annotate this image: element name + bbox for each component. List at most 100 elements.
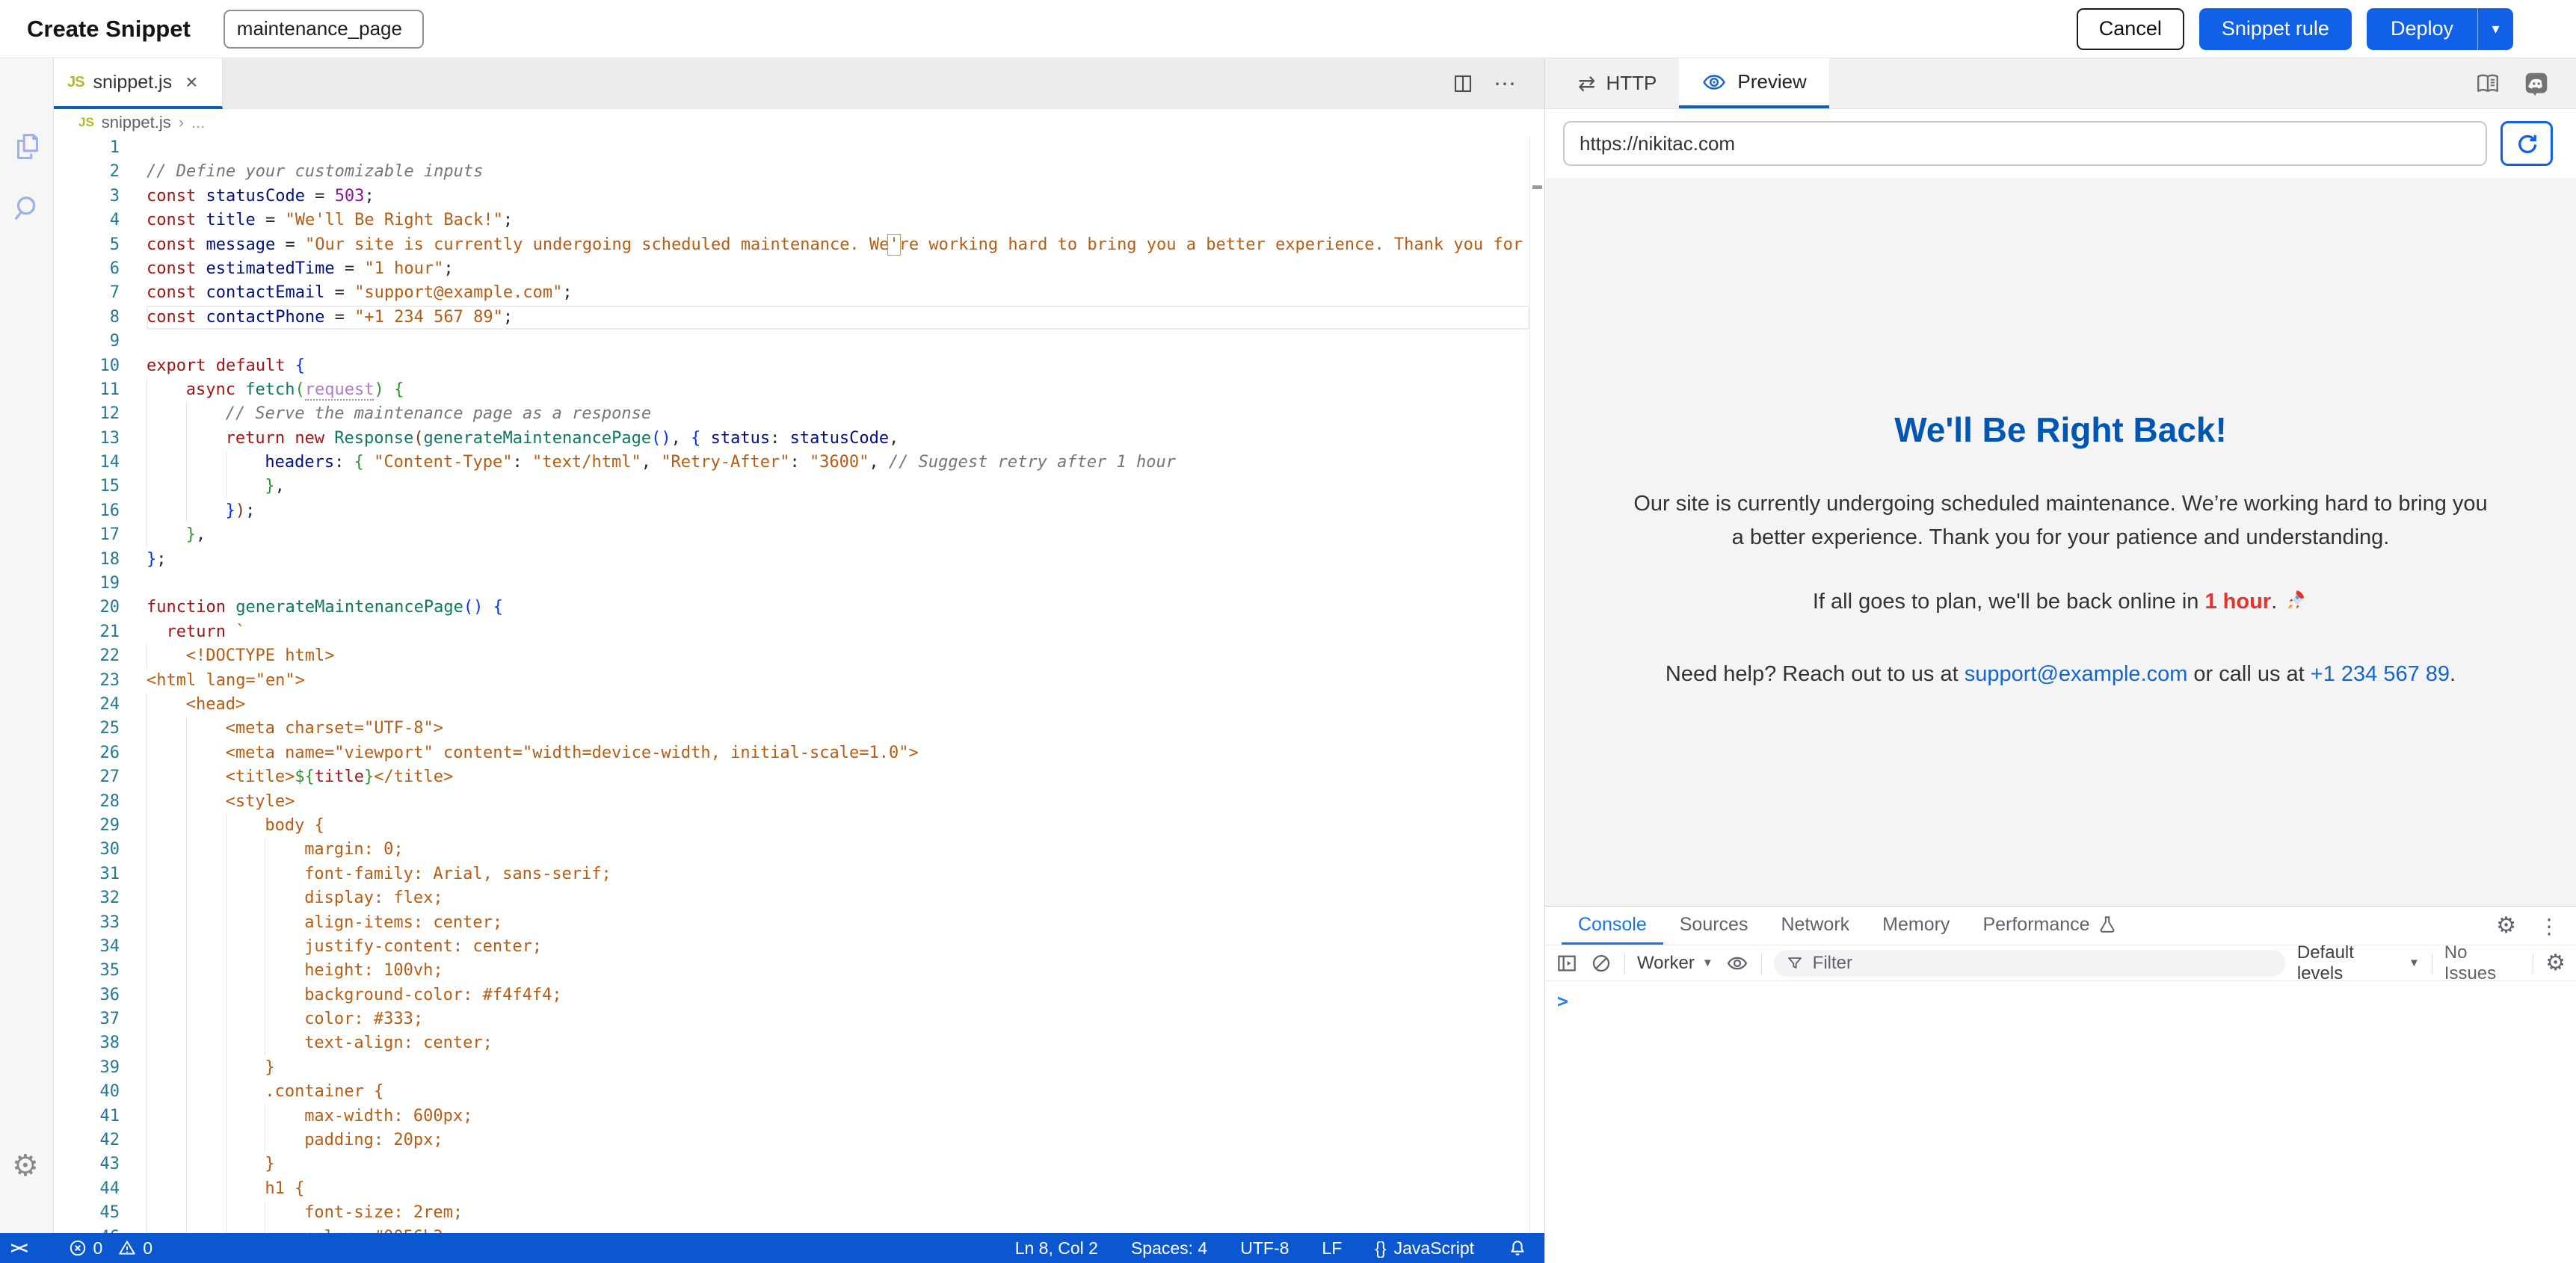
code-line[interactable]: 16}); xyxy=(54,499,1529,523)
code-line[interactable]: 36background-color: #f4f4f4; xyxy=(54,983,1529,1007)
url-input[interactable] xyxy=(1563,121,2487,166)
tab-close-icon[interactable]: × xyxy=(185,70,197,94)
code-line[interactable]: 26<meta name="viewport" content="width=d… xyxy=(54,741,1529,765)
code-line[interactable]: 30margin: 0; xyxy=(54,838,1529,862)
devtools-tab-network[interactable]: Network xyxy=(1764,907,1866,945)
code-line[interactable]: 35height: 100vh; xyxy=(54,959,1529,983)
code-line[interactable]: 23<html lang="en"> xyxy=(54,669,1529,693)
code-line[interactable]: 3const statusCode = 503; xyxy=(54,185,1529,209)
code-line[interactable]: 19 xyxy=(54,572,1529,596)
code-line[interactable]: 17}, xyxy=(54,523,1529,547)
code-line[interactable]: 12// Serve the maintenance page as a res… xyxy=(54,402,1529,426)
console-prompt[interactable]: > xyxy=(1557,990,1568,1012)
language-mode[interactable]: {} JavaScript xyxy=(1375,1238,1474,1259)
code-line[interactable]: 43} xyxy=(54,1152,1529,1176)
code-line[interactable]: 38text-align: center; xyxy=(54,1031,1529,1055)
editor-scrollbar[interactable] xyxy=(1529,136,1544,1233)
phone-link[interactable]: +1 234 567 89 xyxy=(2311,662,2450,686)
breadcrumb-file[interactable]: snippet.js xyxy=(102,113,171,132)
breadcrumb[interactable]: JS snippet.js › ... xyxy=(54,109,1544,136)
deploy-caret-icon[interactable]: ▾ xyxy=(2477,8,2513,50)
problems-indicator[interactable]: 0 0 xyxy=(59,1238,153,1259)
remote-indicator-icon[interactable]: >< xyxy=(10,1239,26,1258)
code-line[interactable]: 44h1 { xyxy=(54,1177,1529,1201)
devtools-tab-performance[interactable]: Performance xyxy=(1966,907,2133,945)
deploy-button[interactable]: Deploy xyxy=(2367,8,2477,50)
code-line[interactable]: 31font-family: Arial, sans-serif; xyxy=(54,862,1529,886)
code-editor[interactable]: 12// Define your customizable inputs3con… xyxy=(54,136,1529,1233)
code-line[interactable]: 15}, xyxy=(54,475,1529,498)
filter-input[interactable] xyxy=(1813,953,2231,974)
more-actions-icon[interactable]: ⋯ xyxy=(1494,71,1517,97)
code-line[interactable]: 42padding: 20px; xyxy=(54,1128,1529,1152)
code-line[interactable]: 6const estimatedTime = "1 hour"; xyxy=(54,257,1529,281)
code-line[interactable]: 22<!DOCTYPE html> xyxy=(54,644,1529,668)
code-line[interactable]: 21 return ` xyxy=(54,620,1529,644)
code-line[interactable]: 45font-size: 2rem; xyxy=(54,1201,1529,1225)
code-line[interactable]: 34justify-content: center; xyxy=(54,935,1529,959)
execution-context-dropdown[interactable]: Worker ▼ xyxy=(1637,953,1713,974)
code-line[interactable]: 11async fetch(request) { xyxy=(54,378,1529,402)
code-line[interactable]: 41max-width: 600px; xyxy=(54,1105,1529,1128)
cancel-button[interactable]: Cancel xyxy=(2077,8,2184,50)
code-line[interactable]: 9 xyxy=(54,330,1529,353)
code-line[interactable]: 37color: #333; xyxy=(54,1007,1529,1031)
console-sidebar-toggle-icon[interactable] xyxy=(1556,952,1578,975)
code-line[interactable]: 32display: flex; xyxy=(54,886,1529,910)
code-line[interactable]: 5const message = "Our site is currently … xyxy=(54,233,1529,257)
status-item[interactable]: UTF-8 xyxy=(1240,1238,1289,1259)
code-line[interactable]: 25<meta charset="UTF-8"> xyxy=(54,717,1529,741)
live-expression-eye-icon[interactable] xyxy=(1725,951,1749,975)
code-line-text: } xyxy=(147,1152,1529,1176)
code-line[interactable]: 1 xyxy=(54,136,1529,160)
breadcrumb-more[interactable]: ... xyxy=(191,113,205,132)
tab-http[interactable]: ⇄ HTTP xyxy=(1556,58,1679,108)
code-line[interactable]: 20function generateMaintenancePage() { xyxy=(54,596,1529,620)
code-line[interactable]: 29body { xyxy=(54,814,1529,838)
settings-gear-icon[interactable]: ⚙ xyxy=(12,1151,39,1181)
code-line[interactable]: 33align-items: center; xyxy=(54,911,1529,935)
code-line[interactable]: 7const contactEmail = "support@example.c… xyxy=(54,281,1529,305)
code-line[interactable]: 24<head> xyxy=(54,693,1529,717)
code-line[interactable]: 14headers: { "Content-Type": "text/html"… xyxy=(54,451,1529,475)
devtools-tab-memory[interactable]: Memory xyxy=(1866,907,1966,945)
console-settings-gear-icon[interactable]: ⚙ xyxy=(2545,952,2566,975)
tab-http-label: HTTP xyxy=(1606,72,1657,95)
devtools-settings-gear-icon[interactable]: ⚙ xyxy=(2496,915,2516,937)
tab-preview[interactable]: Preview xyxy=(1679,58,1828,108)
split-editor-icon[interactable] xyxy=(1452,72,1474,95)
docs-book-icon[interactable] xyxy=(2474,70,2501,97)
refresh-button[interactable] xyxy=(2500,121,2553,166)
console-output[interactable]: > xyxy=(1545,981,2576,1012)
code-line[interactable]: 46color: #0056b3; xyxy=(54,1226,1529,1233)
code-line[interactable]: 28<style> xyxy=(54,790,1529,814)
deploy-split-button[interactable]: Deploy ▾ xyxy=(2367,8,2513,50)
code-line[interactable]: 27<title>${title}</title> xyxy=(54,765,1529,789)
code-line[interactable]: 13return new Response(generateMaintenanc… xyxy=(54,427,1529,451)
clear-console-icon[interactable] xyxy=(1590,952,1612,975)
code-line[interactable]: 40.container { xyxy=(54,1080,1529,1104)
discord-icon[interactable] xyxy=(2522,70,2551,98)
console-filter[interactable] xyxy=(1774,950,2285,977)
code-line[interactable]: 8const contactPhone = "+1 234 567 89"; xyxy=(54,306,1529,330)
snippet-name-input[interactable] xyxy=(224,10,424,49)
log-levels-dropdown[interactable]: Default levels ▼ xyxy=(2297,942,2420,984)
email-link[interactable]: support@example.com xyxy=(1965,662,2188,686)
devtools-tab-console[interactable]: Console xyxy=(1562,907,1663,945)
snippet-rule-button[interactable]: Snippet rule xyxy=(2199,8,2352,50)
devtools-tab-sources[interactable]: Sources xyxy=(1663,907,1765,945)
status-item[interactable]: LF xyxy=(1322,1238,1342,1259)
notifications-bell-icon[interactable] xyxy=(1507,1238,1528,1259)
devtools-kebab-menu-icon[interactable]: ⋮ xyxy=(2539,914,2560,939)
issues-counter[interactable]: No Issues xyxy=(2444,942,2521,984)
code-line[interactable]: 39} xyxy=(54,1056,1529,1080)
status-item[interactable]: Spaces: 4 xyxy=(1131,1238,1207,1259)
status-item[interactable]: Ln 8, Col 2 xyxy=(1015,1238,1098,1259)
code-line[interactable]: 18}; xyxy=(54,548,1529,572)
search-icon[interactable] xyxy=(10,191,45,226)
code-line[interactable]: 4const title = "We'll Be Right Back!"; xyxy=(54,209,1529,232)
editor-tab-snippet-js[interactable]: JS snippet.js × xyxy=(54,58,223,109)
files-icon[interactable] xyxy=(10,130,45,164)
code-line[interactable]: 2// Define your customizable inputs xyxy=(54,160,1529,184)
code-line[interactable]: 10export default { xyxy=(54,354,1529,378)
